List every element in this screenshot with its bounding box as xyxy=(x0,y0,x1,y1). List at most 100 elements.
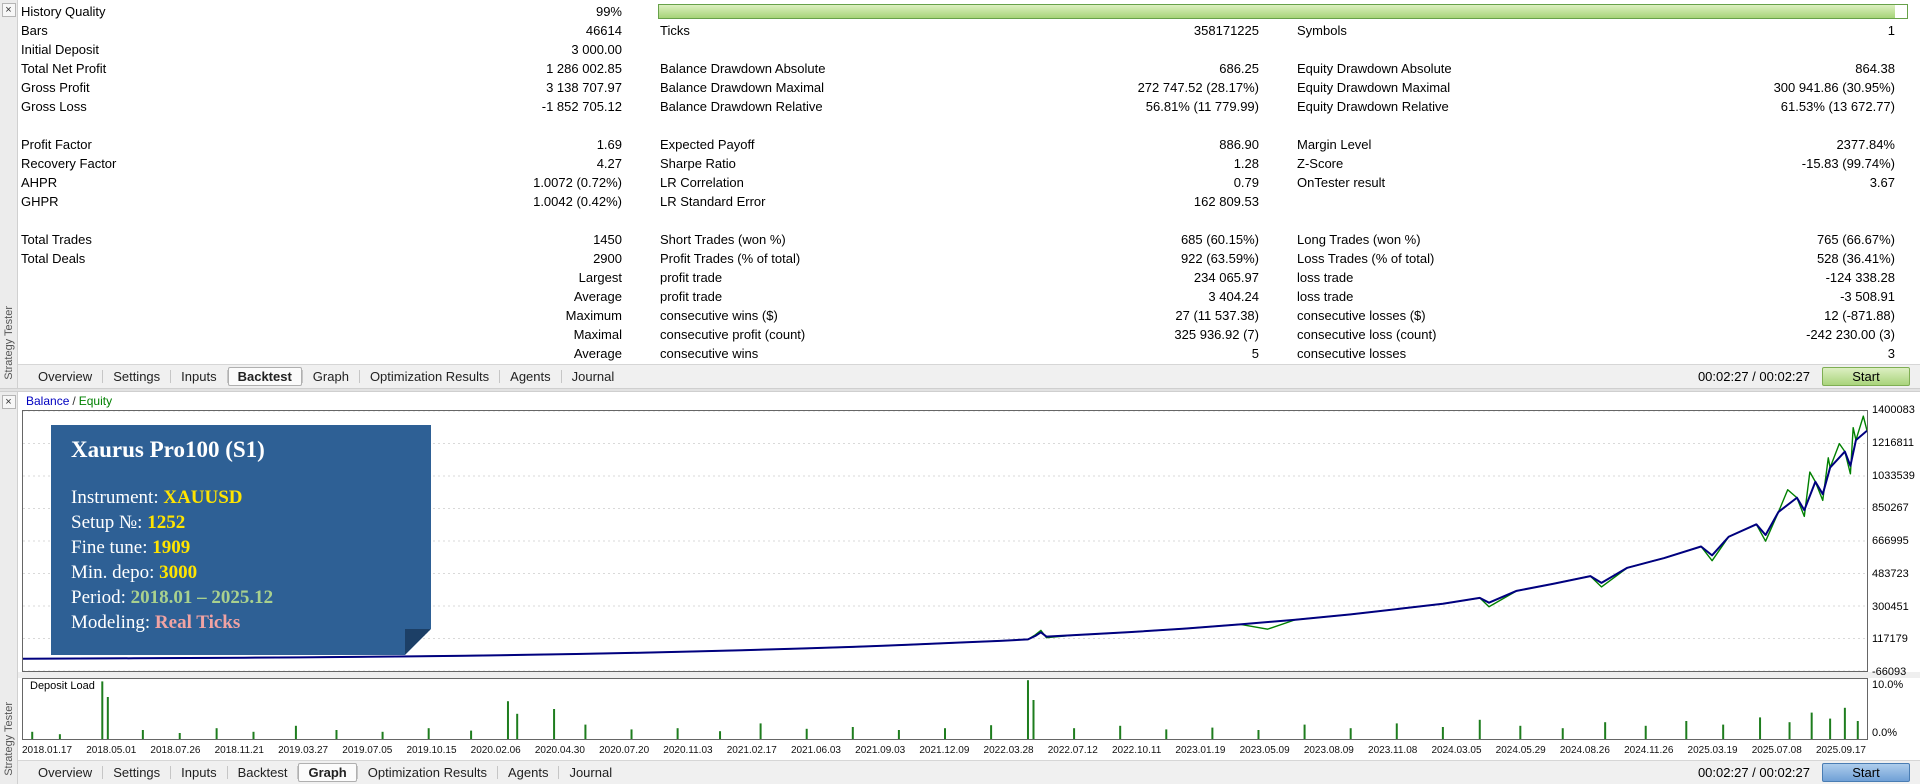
y-axis-label: 300451 xyxy=(1872,600,1909,613)
tab-agents[interactable]: Agents xyxy=(498,763,558,782)
deposit-load-label: Deposit Load xyxy=(27,680,98,692)
strip-label-wrap: Strategy Tester xyxy=(3,17,15,388)
stat-pair: loss trade -124 338.28 xyxy=(1259,268,1895,287)
tab-agents[interactable]: Agents xyxy=(500,367,560,386)
stat-pair: GHPR 1.0042 (0.42%) xyxy=(18,192,622,211)
info-label: Fine tune: xyxy=(71,537,153,558)
stat-pair: AHPR 1.0072 (0.72%) xyxy=(18,173,622,192)
info-line: Fine tune: 1909 xyxy=(71,535,415,560)
info-value: 1252 xyxy=(147,512,186,533)
deposit-max-label: 10.0% xyxy=(1872,679,1904,691)
tab-journal[interactable]: Journal xyxy=(562,367,625,386)
tab-settings[interactable]: Settings xyxy=(103,763,170,782)
tab-optimization-results[interactable]: Optimization Results xyxy=(360,367,499,386)
stat-pair xyxy=(1259,192,1895,211)
stat-pair: consecutive losses 3 xyxy=(1259,344,1895,363)
stat-pair: Equity Drawdown Absolute 864.38 xyxy=(1259,59,1895,78)
start-button[interactable]: Start xyxy=(1822,763,1910,782)
deposit-y-axis: 10.0% 0.0% xyxy=(1868,678,1920,740)
stat-label: Gross Profit xyxy=(21,80,90,95)
tab-overview[interactable]: Overview xyxy=(28,763,102,782)
stat-pair: consecutive losses ($) 12 (-871.88) xyxy=(1259,306,1895,325)
stat-value: 4.27 xyxy=(596,156,622,171)
x-axis-label: 2019.10.15 xyxy=(406,744,457,756)
stat-value: -124 338.28 xyxy=(1825,270,1895,285)
stat-label: profit trade xyxy=(660,270,723,285)
stat-pair: Gross Profit 3 138 707.97 xyxy=(18,78,622,97)
stat-label: Short Trades (won %) xyxy=(660,232,786,247)
table-row: Profit Factor 1.69 Expected Payoff 886.90 Ma… xyxy=(18,135,1920,154)
tab-inputs[interactable]: Inputs xyxy=(171,367,226,386)
stat-label: consecutive wins xyxy=(660,346,759,361)
stat-value: 325 936.92 (7) xyxy=(1174,327,1259,342)
strategy-tester-strip-top: × Strategy Tester xyxy=(0,0,18,388)
stat-value: 27 (11 537.38) xyxy=(1175,308,1259,323)
deposit-chart-svg[interactable] xyxy=(23,679,1867,739)
stat-value: -1 852 705.12 xyxy=(541,99,622,114)
tab-inputs[interactable]: Inputs xyxy=(171,763,226,782)
stat-label: Balance Drawdown Relative xyxy=(660,99,823,114)
stat-label: consecutive wins ($) xyxy=(660,308,778,323)
x-axis-labels: 2018.01.17 2018.05.01 2018.07.26 2018.11.21… xyxy=(18,740,1868,760)
start-button[interactable]: Start xyxy=(1822,367,1910,386)
x-axis-label: 2019.03.27 xyxy=(278,744,329,756)
table-row: Gross Loss -1 852 705.12 Balance Drawdown … xyxy=(18,97,1920,116)
x-axis-label: 2022.07.12 xyxy=(1047,744,1098,756)
table-row: AHPR 1.0072 (0.72%) LR Correlation 0.79 OnTe… xyxy=(18,173,1920,192)
tab-backtest[interactable]: Backtest xyxy=(228,763,298,782)
stat-pair: Total Net Profit 1 286 002.85 xyxy=(18,59,622,78)
stat-pair: OnTester result 3.67 xyxy=(1259,173,1895,192)
tab-journal[interactable]: Journal xyxy=(559,763,622,782)
x-axis-label: 2021.02.17 xyxy=(726,744,777,756)
close-icon[interactable]: × xyxy=(1,395,16,409)
info-line: Setup №: 1252 xyxy=(71,510,415,535)
bottom-tab-bar: Overview Settings Inputs Backtest Graph Optim… xyxy=(18,760,1920,784)
stat-label: Equity Drawdown Relative xyxy=(1297,99,1449,114)
tab-graph[interactable]: Graph xyxy=(298,763,357,782)
stat-value: 886.90 xyxy=(1219,137,1259,152)
table-row xyxy=(18,211,1920,230)
strategy-tester-label: Strategy Tester xyxy=(2,702,15,776)
stat-value: Maximum xyxy=(565,308,622,323)
graph-content: Balance / Equity Xaurus Pro100 (S1) Inst… xyxy=(18,392,1920,784)
stat-pair: Balance Drawdown Maximal 272 747.52 (28.1… xyxy=(622,78,1259,97)
deposit-load-plot[interactable]: Deposit Load xyxy=(22,678,1868,740)
tab-overview[interactable]: Overview xyxy=(28,367,102,386)
balance-chart-plot[interactable]: Xaurus Pro100 (S1) Instrument: XAUUSD Set… xyxy=(22,410,1868,672)
stat-label: Profit Factor xyxy=(21,137,92,152)
stat-pair: Symbols 1 xyxy=(1259,21,1895,40)
table-row: GHPR 1.0042 (0.42%) LR Standard Error 162 8… xyxy=(18,192,1920,211)
stat-value: Largest xyxy=(578,270,622,285)
info-label: Modeling: xyxy=(71,612,155,633)
x-axis-label: 2025.03.19 xyxy=(1687,744,1738,756)
stat-pair: Maximum xyxy=(18,306,622,325)
tab-optimization-results[interactable]: Optimization Results xyxy=(358,763,497,782)
stat-label: GHPR xyxy=(21,194,59,209)
tab-settings[interactable]: Settings xyxy=(103,367,170,386)
stat-pair: Bars 46614 xyxy=(18,21,622,40)
x-axis-label: 2018.01.17 xyxy=(22,744,73,756)
stat-value: 3.67 xyxy=(1869,175,1895,190)
close-icon[interactable]: × xyxy=(1,3,16,17)
stat-value: 56.81% (11 779.99) xyxy=(1145,99,1259,114)
stat-label: Z-Score xyxy=(1297,156,1344,171)
tab-backtest[interactable]: Backtest xyxy=(227,367,302,386)
chart-legend: Balance / Equity xyxy=(18,392,1920,410)
stat-pair: Equity Drawdown Relative 61.53% (13 672.7… xyxy=(1259,97,1895,116)
stat-pair: consecutive wins 5 xyxy=(622,344,1259,363)
stat-pair: LR Correlation 0.79 xyxy=(622,173,1259,192)
stat-label: OnTester result xyxy=(1297,175,1386,190)
stat-value: 5 xyxy=(1251,346,1259,361)
stats-table: History Quality 99% Bars 46614 Ticks 358171… xyxy=(18,0,1920,364)
tab-graph[interactable]: Graph xyxy=(303,367,359,386)
stat-label: consecutive loss (count) xyxy=(1297,327,1437,342)
stat-value: 234 065.97 xyxy=(1193,270,1259,285)
stat-value: 922 (63.59%) xyxy=(1180,251,1259,266)
stat-value: 1.0042 (0.42%) xyxy=(533,194,622,209)
backtest-panel: × Strategy Tester History Quality 99% Ba… xyxy=(0,0,1920,388)
table-row: Bars 46614 Ticks 358171225 Symbols 1 xyxy=(18,21,1920,40)
timer: 00:02:27 / 00:02:27 xyxy=(1697,369,1810,384)
stat-pair: consecutive wins ($) 27 (11 537.38) xyxy=(622,306,1259,325)
y-axis-label: 1400083 xyxy=(1872,404,1915,416)
strategy-tester-label: Strategy Tester xyxy=(2,306,15,380)
